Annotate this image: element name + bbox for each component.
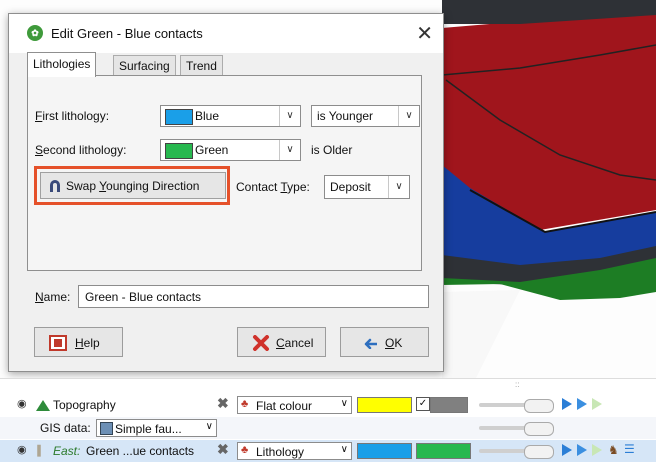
triangle-icon-1[interactable] [562, 444, 572, 456]
colour-mode-value: Lithology [256, 445, 305, 459]
help-label: Help [75, 336, 100, 350]
gis-value: Simple fau... [115, 422, 182, 436]
cancel-label: Cancel [276, 336, 314, 350]
triangle-icon-2[interactable] [577, 398, 587, 410]
remove-icon[interactable]: ✖ [217, 395, 229, 412]
layer-prefix: East: [53, 444, 81, 458]
colour-swatch-grey[interactable] [430, 397, 468, 413]
topography-icon [36, 400, 50, 411]
cancel-icon [253, 335, 269, 351]
chevron-down-icon: ∨ [279, 106, 300, 126]
chevron-down-icon: ∨ [279, 140, 300, 160]
second-lithology-label: Second lithology: [35, 143, 127, 157]
tab-trend[interactable]: Trend [180, 55, 223, 76]
gis-icon [100, 422, 113, 435]
chevron-down-icon: ∨ [205, 421, 213, 432]
triangle-icon-3[interactable] [592, 398, 602, 410]
first-lithology-select[interactable]: Blue ∨ [160, 105, 301, 127]
visibility-checkbox[interactable]: ✓ [416, 397, 430, 411]
first-relation-select[interactable]: is Younger ∨ [311, 105, 420, 127]
gis-label: GIS data: [40, 421, 91, 435]
tab-lithologies[interactable]: Lithologies [27, 52, 97, 77]
colour-mode-icon: ♣ [241, 444, 249, 456]
slider-thumb[interactable] [524, 422, 554, 436]
contact-type-value: Deposit [330, 180, 371, 194]
chevron-down-icon: ∨ [340, 444, 348, 455]
dialog-titlebar: ✿ Edit Green - Blue contacts ✕ [9, 14, 443, 53]
gis-select[interactable]: Simple fau... ∨ [96, 419, 217, 437]
figure-icon[interactable]: ♞ [608, 443, 619, 457]
layer-row-contacts: ◉ ∥ East: Green ...ue contacts ✖ ♣ Litho… [0, 440, 656, 462]
chevron-down-icon: ∨ [398, 106, 419, 126]
3d-scene-viewport[interactable]: ✿ Edit Green - Blue contacts ✕ Lithologi… [0, 0, 656, 378]
app-icon: ✿ [27, 25, 43, 41]
slider-thumb[interactable] [524, 445, 554, 459]
colour-mode-select[interactable]: ♣ Lithology ∨ [237, 442, 352, 460]
eye-icon[interactable]: ◉ [17, 397, 27, 410]
second-lithology-select[interactable]: Green ∨ [160, 139, 301, 161]
triangle-icon-3[interactable] [592, 444, 602, 456]
blue-swatch [165, 109, 193, 125]
colour-mode-icon: ♣ [241, 398, 249, 410]
dialog-title: Edit Green - Blue contacts [51, 26, 203, 41]
contact-type-label: Contact Type: [236, 180, 310, 194]
drag-handle[interactable]: :: [515, 380, 519, 389]
layer-name: Green ...ue contacts [86, 444, 195, 458]
help-button[interactable]: Help [34, 327, 123, 357]
first-lithology-value: Blue [195, 109, 220, 123]
ok-label: OK [385, 336, 403, 350]
green-swatch [165, 143, 193, 159]
name-label: Name: [35, 290, 71, 304]
tab-surfacing[interactable]: Surfacing [113, 55, 176, 76]
colour-mode-value: Flat colour [256, 399, 313, 413]
ok-button[interactable]: OK [340, 327, 429, 357]
layer-row-gis: GIS data: Simple fau... ∨ [0, 417, 656, 439]
triangle-icon-1[interactable] [562, 398, 572, 410]
list-icon[interactable]: ☰ [624, 442, 635, 456]
second-relation-text: is Older [311, 143, 353, 157]
close-icon[interactable]: ✕ [416, 21, 433, 46]
colour-swatch-green[interactable] [416, 443, 471, 459]
contacts-icon: ∥ [36, 443, 42, 457]
first-relation-value: is Younger [317, 109, 374, 123]
layer-row-topography: ◉ Topography ✖ ♣ Flat colour ∨ ✓ [0, 394, 656, 416]
colour-mode-select[interactable]: ♣ Flat colour ∨ [237, 396, 352, 414]
layer-tree: :: ◉ Topography ✖ ♣ Flat colour ∨ ✓ GIS … [0, 378, 656, 470]
chevron-down-icon: ∨ [340, 398, 348, 409]
cancel-button[interactable]: Cancel [237, 327, 326, 357]
triangle-icon-2[interactable] [577, 444, 587, 456]
contact-type-select[interactable]: Deposit ∨ [324, 175, 410, 199]
swap-button-highlight [34, 166, 230, 205]
colour-swatch-blue[interactable] [357, 443, 412, 459]
slider-thumb[interactable] [524, 399, 554, 413]
eye-icon[interactable]: ◉ [17, 443, 27, 456]
remove-icon[interactable]: ✖ [217, 441, 229, 458]
second-lithology-value: Green [195, 143, 229, 157]
layer-name: Topography [53, 398, 116, 412]
name-input[interactable]: Green - Blue contacts [78, 285, 429, 308]
ok-icon [364, 338, 377, 349]
colour-swatch-yellow[interactable] [357, 397, 412, 413]
chevron-down-icon: ∨ [388, 176, 409, 198]
help-icon [49, 335, 67, 351]
first-lithology-label: First lithology: [35, 109, 110, 123]
